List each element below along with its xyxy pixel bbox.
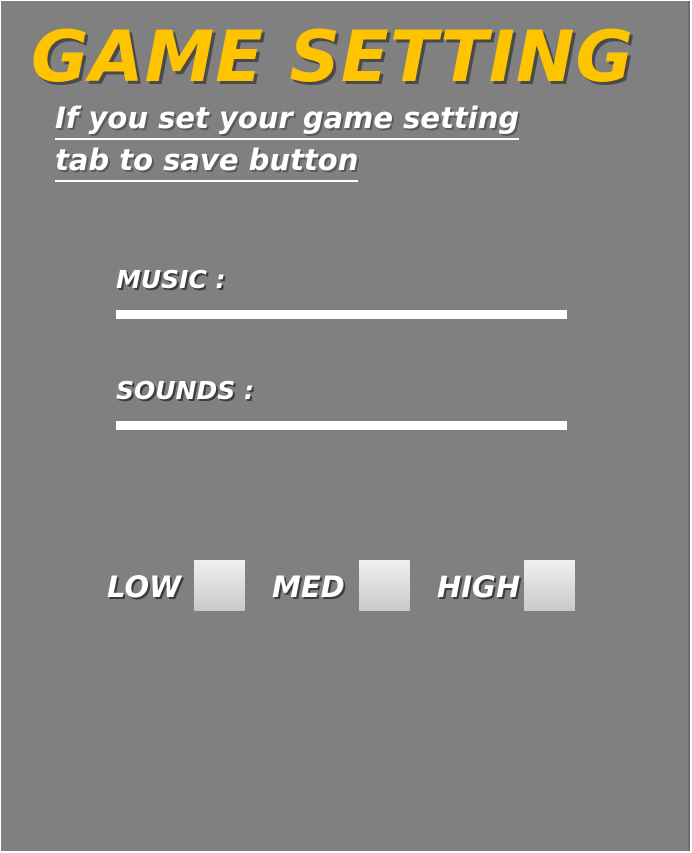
quality-high-label: HIGH	[437, 570, 521, 604]
quality-med-checkbox[interactable]	[359, 560, 410, 611]
quality-high-checkbox[interactable]	[524, 560, 575, 611]
music-slider[interactable]	[116, 310, 567, 319]
instruction-line-1: If you set your game setting	[55, 98, 520, 140]
quality-med-label: MED	[272, 570, 345, 604]
settings-panel: GAME SETTING If you set your game settin…	[1, 1, 690, 851]
quality-low-checkbox[interactable]	[194, 560, 245, 611]
sounds-slider[interactable]	[116, 421, 567, 430]
quality-low-label: LOW	[107, 570, 182, 604]
music-label: MUSIC :	[116, 265, 226, 294]
sounds-label: SOUNDS :	[116, 376, 254, 405]
instruction-line-2: tab to save button	[55, 140, 359, 182]
instruction-text: If you set your game setting tab to save…	[55, 98, 615, 182]
page-title: GAME SETTING	[31, 16, 634, 98]
